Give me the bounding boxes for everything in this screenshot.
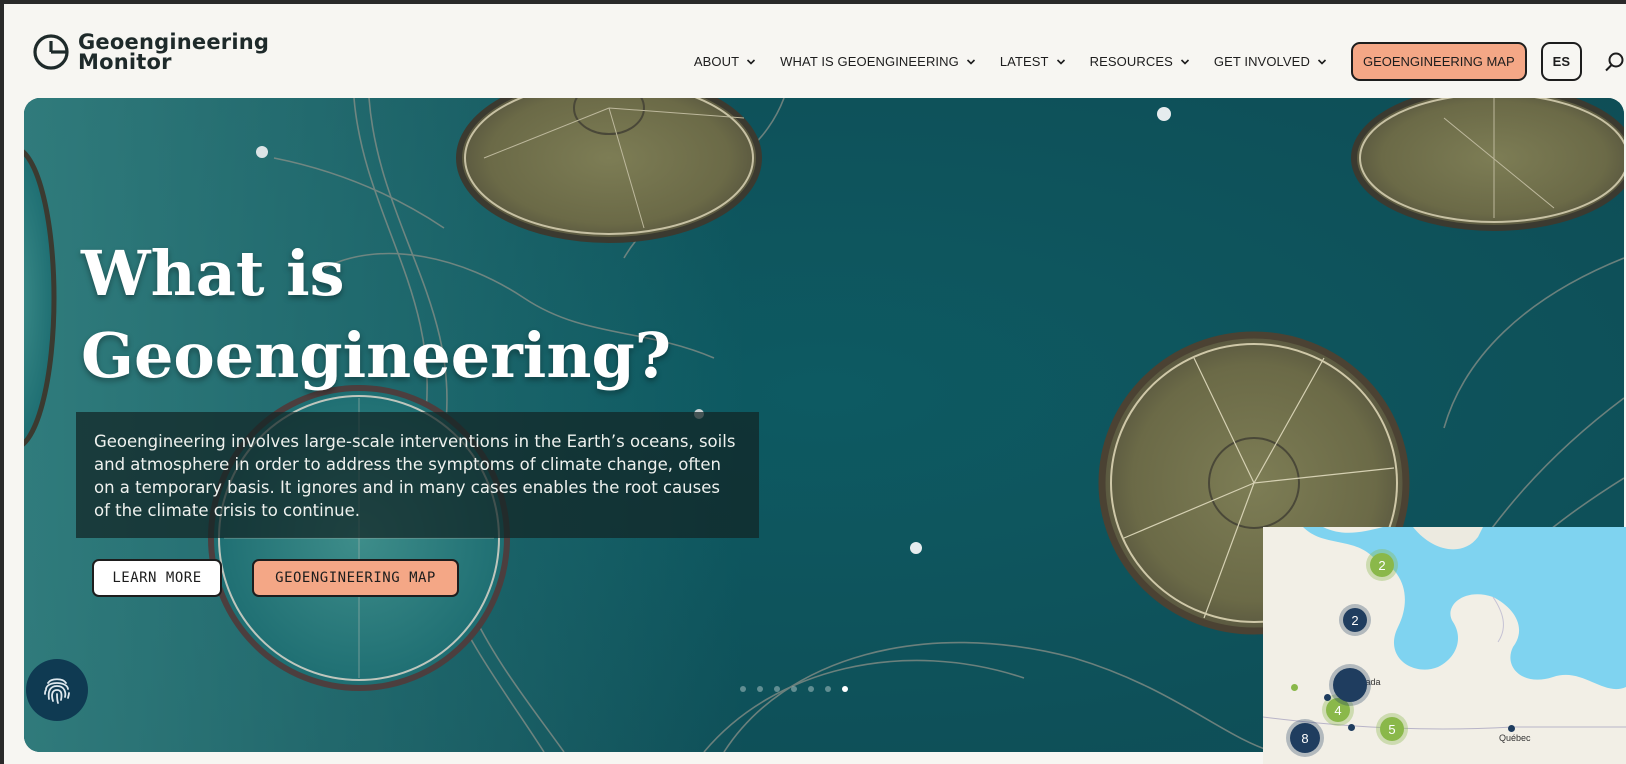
logo-line-2: Monitor [78, 50, 172, 74]
nav-label: ABOUT [693, 54, 740, 69]
cookie-settings-button[interactable] [26, 659, 88, 721]
fingerprint-icon [44, 678, 70, 704]
carousel-dot-1[interactable] [740, 686, 746, 692]
geoengineering-map-preview[interactable]: Canada Québec 2 2 4 5 8 [1263, 527, 1626, 764]
carousel-dot-3[interactable] [774, 686, 780, 692]
nav-item-latest[interactable]: LATEST [1000, 54, 1066, 69]
hero-title-line-1: What is [81, 237, 345, 310]
carousel-dot-5[interactable] [808, 686, 814, 692]
map-cluster-navy-large[interactable] [1333, 668, 1367, 702]
carousel-dot-4[interactable] [791, 686, 797, 692]
nav-label: RESOURCES [1089, 54, 1173, 69]
map-marker[interactable] [1508, 725, 1515, 732]
carousel-dot-2[interactable] [757, 686, 763, 692]
logo-g-icon [33, 34, 69, 70]
page: Geoengineering Monitor ABOUT WHAT IS GEO… [4, 4, 1626, 764]
nav-item-about[interactable]: ABOUT [694, 54, 756, 69]
nav-item-what-is-geoengineering[interactable]: WHAT IS GEOENGINEERING [780, 54, 976, 69]
map-cluster-green[interactable]: 2 [1370, 553, 1394, 577]
map-marker[interactable] [1291, 684, 1298, 691]
nav-label: WHAT IS GEOENGINEERING [780, 54, 959, 69]
chevron-down-icon [747, 58, 756, 65]
nav-item-get-involved[interactable]: GET INVOLVED [1214, 54, 1327, 69]
map-marker[interactable] [1324, 694, 1331, 701]
language-es-button[interactable]: ES [1540, 42, 1582, 81]
map-cluster-navy[interactable]: 8 [1290, 723, 1320, 753]
hero-title-line-2: Geoengineering? [81, 319, 672, 392]
geoengineering-map-nav-button[interactable]: GEOENGINEERING MAP [1350, 42, 1527, 81]
hero-description: Geoengineering involves large-scale inte… [94, 432, 736, 520]
nav-label: GET INVOLVED [1213, 54, 1310, 69]
search-icon[interactable] [1604, 51, 1626, 73]
learn-more-button[interactable]: LEARN MORE [92, 559, 222, 597]
map-land [1263, 527, 1626, 764]
map-marker[interactable] [1348, 724, 1355, 731]
chevron-down-icon [1056, 58, 1065, 65]
main-nav: ABOUT WHAT IS GEOENGINEERING LATEST RESO… [694, 42, 1626, 81]
carousel-dots [740, 686, 848, 692]
map-cluster-navy[interactable]: 2 [1343, 608, 1367, 632]
geoengineering-map-button[interactable]: GEOENGINEERING MAP [252, 559, 459, 597]
hero-title: What is Geoengineering? [81, 233, 731, 397]
carousel-dot-7[interactable] [842, 686, 848, 692]
map-label-quebec: Québec [1499, 733, 1531, 743]
chevron-down-icon [1317, 58, 1327, 65]
chevron-down-icon [966, 58, 975, 65]
carousel-dot-6[interactable] [825, 686, 831, 692]
site-logo[interactable]: Geoengineering Monitor [32, 30, 270, 74]
hero-description-box: Geoengineering involves large-scale inte… [76, 412, 759, 538]
nav-item-resources[interactable]: RESOURCES [1090, 54, 1190, 69]
nav-label: LATEST [999, 54, 1049, 69]
chevron-down-icon [1180, 58, 1189, 65]
map-cluster-green[interactable]: 5 [1380, 717, 1404, 741]
logo-line-1: Geoengineering [78, 30, 270, 54]
